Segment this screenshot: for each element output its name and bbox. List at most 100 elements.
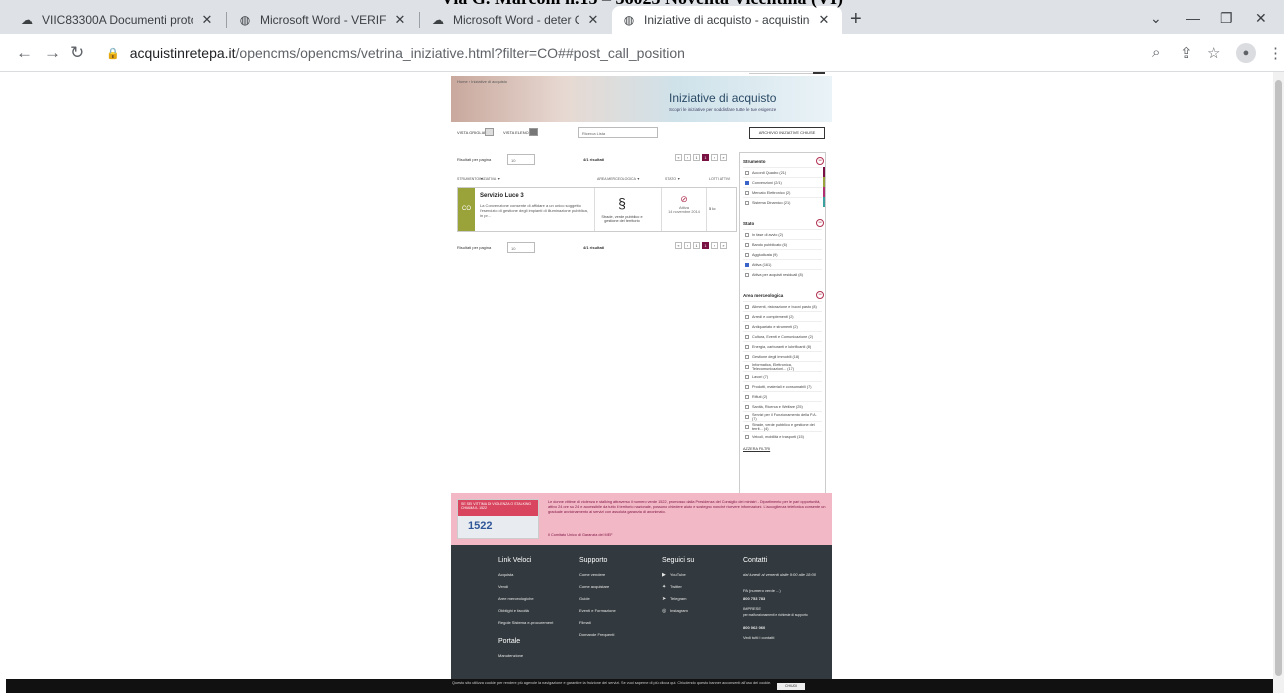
footer-instagram-link[interactable]: ◎ Instagram xyxy=(662,608,742,620)
site-search[interactable] xyxy=(749,72,825,74)
filter-option[interactable]: Arredi e complementi (2) xyxy=(743,311,822,321)
initiative-title[interactable]: Servizio Luce 3 xyxy=(480,193,524,199)
filter-option[interactable]: Sistema Dinamico (21) xyxy=(743,197,822,207)
pager-first[interactable]: « xyxy=(675,242,682,249)
pager-next[interactable]: › xyxy=(711,154,718,161)
bookmark-star-icon[interactable]: ☆ xyxy=(1207,44,1220,62)
footer-link[interactable]: Manutenzione xyxy=(498,653,578,665)
tab-verifica[interactable]: ◍ Microsoft Word - VERIFICA Cons ✕ xyxy=(228,6,418,34)
chevron-down-icon[interactable]: ⌄ xyxy=(1150,10,1162,27)
results-per-page-select[interactable]: 10 xyxy=(507,154,535,165)
filter-option[interactable]: Attiva per acquisti residuali (8) xyxy=(743,269,822,279)
menu-dots-icon[interactable]: ⋮ xyxy=(1268,44,1283,62)
close-icon[interactable]: ✕ xyxy=(199,12,215,28)
filter-option[interactable]: Prodotti, materiali e consumabili (7) xyxy=(743,381,822,391)
reset-filters-link[interactable]: AZZERA FILTRI xyxy=(743,447,822,451)
collapse-icon[interactable]: − xyxy=(816,157,824,165)
close-icon[interactable]: ✕ xyxy=(585,12,601,28)
footer-link[interactable]: Domande Frequenti xyxy=(579,632,659,644)
results-per-page-select[interactable]: 10 xyxy=(507,242,535,253)
view-grid-label[interactable]: VISTA GRIGLIA xyxy=(457,130,485,135)
tab-iniziative[interactable]: ◍ Iniziative di acquisto - acquistine ✕ xyxy=(612,6,842,34)
footer-link[interactable]: Come vendere xyxy=(579,572,659,584)
footer-link[interactable]: Obblighi e facoltà xyxy=(498,608,578,620)
restore-icon[interactable]: ❐ xyxy=(1220,10,1233,27)
footer-link[interactable]: Regole Sistema e-procurement xyxy=(498,620,578,632)
collapse-icon[interactable]: − xyxy=(816,219,824,227)
pager-current[interactable]: 1 xyxy=(702,242,709,249)
close-icon[interactable]: ✕ xyxy=(816,12,832,28)
initiative-card[interactable]: CO Servizio Luce 3 La Convenzione consen… xyxy=(457,187,737,232)
contact-pa-number[interactable]: 800 753 783 xyxy=(743,596,827,606)
footer-link[interactable]: Guide xyxy=(579,596,659,608)
filter-option[interactable]: Attiva (161) xyxy=(743,259,822,269)
cookie-close-button[interactable]: CHIUDI xyxy=(777,683,805,690)
filter-option[interactable]: Servizi per il Funzionamento della P.A. … xyxy=(743,411,822,421)
filter-option[interactable]: Aggiudicata (9) xyxy=(743,249,822,259)
footer-twitter-link[interactable]: ✦ Twitter xyxy=(662,584,742,596)
profile-avatar[interactable]: ● xyxy=(1236,43,1256,63)
pager-current[interactable]: 1 xyxy=(702,154,709,161)
zoom-icon[interactable]: ⌕ xyxy=(1152,44,1160,61)
filter-option[interactable]: Informatica, Elettronica, Telecomunicazi… xyxy=(743,361,822,371)
filter-option[interactable]: Veicoli, mobilità e trasporti (15) xyxy=(743,431,822,441)
filter-option[interactable]: Strade, verde pubblico e gestione del te… xyxy=(743,421,822,431)
pager-last[interactable]: » xyxy=(720,242,727,249)
filter-option[interactable]: Energia, carburanti e lubrificanti (8) xyxy=(743,341,822,351)
filter-option[interactable]: Cultura, Eventi e Comunicazione (2) xyxy=(743,331,822,341)
share-icon[interactable]: ⇪ xyxy=(1180,44,1193,62)
tab-documenti[interactable]: ☁ VIIC83300A Documenti protocolli ✕ xyxy=(10,6,225,34)
footer-link[interactable]: Filmati xyxy=(579,620,659,632)
reload-icon[interactable]: ↻ xyxy=(70,43,84,63)
minimize-icon[interactable]: — xyxy=(1186,10,1200,26)
pagination: « ‹ 1 1 › » xyxy=(675,154,727,161)
pager-first[interactable]: « xyxy=(675,154,682,161)
grid-view-icon[interactable] xyxy=(485,128,494,136)
filter-option[interactable]: In fase di avvio (2) xyxy=(743,229,822,239)
filter-option[interactable]: Gestione degli Immobili (18) xyxy=(743,351,822,361)
tab-deter[interactable]: ☁ Microsoft Word - deter COURSE ✕ xyxy=(421,6,611,34)
scrollbar-thumb[interactable] xyxy=(1275,80,1282,676)
view-list-label[interactable]: VISTA ELENCO xyxy=(503,130,532,135)
pager-page[interactable]: 1 xyxy=(693,154,700,161)
list-view-icon[interactable] xyxy=(529,128,538,136)
pager-page[interactable]: 1 xyxy=(693,242,700,249)
footer-youtube-link[interactable]: ▶ YouTube xyxy=(662,572,742,584)
contact-imprese-number[interactable]: 800 062 060 xyxy=(743,625,827,635)
all-contacts-link[interactable]: Vedi tutti i contatti xyxy=(743,635,827,647)
pager-next[interactable]: › xyxy=(711,242,718,249)
filter-option[interactable]: Convenzioni (2/1) xyxy=(743,177,822,187)
helpline-image[interactable]: SE SEI VITTIMA DI VIOLENZA O STALKING CH… xyxy=(457,499,539,539)
back-icon[interactable]: ← xyxy=(16,43,33,63)
close-icon[interactable]: ✕ xyxy=(392,12,408,28)
archive-button[interactable]: ARCHIVIO INIZIATIVE CHIUSE xyxy=(749,127,825,139)
filter-option[interactable]: Sanità, Ricerca e Welfare (25) xyxy=(743,401,822,411)
forward-icon[interactable]: → xyxy=(44,43,61,63)
filter-option[interactable]: Rifiuti (2) xyxy=(743,391,822,401)
footer-link[interactable]: Come acquistare xyxy=(579,584,659,596)
filter-option[interactable]: Accordi Quadro (21) xyxy=(743,167,822,177)
pager-last[interactable]: » xyxy=(720,154,727,161)
new-tab-button[interactable]: + xyxy=(850,8,862,31)
filter-option[interactable]: Mercato Elettronico (2) xyxy=(743,187,822,197)
filter-option[interactable]: Antiquariato e strumenti (2) xyxy=(743,321,822,331)
sort-iniziativa[interactable]: INIZIATIVA ▼ xyxy=(479,177,500,181)
footer-link[interactable]: Vendi xyxy=(498,584,578,596)
breadcrumb[interactable]: Home › Iniziative di acquisto xyxy=(457,79,507,84)
filter-option[interactable]: Alimenti, ristorazione e buoni pasto (8) xyxy=(743,301,822,311)
collapse-icon[interactable]: − xyxy=(816,291,824,299)
pager-prev[interactable]: ‹ xyxy=(684,154,691,161)
filter-option[interactable]: Lavori (7) xyxy=(743,371,822,381)
footer-link[interactable]: Acquista xyxy=(498,572,578,584)
address-bar[interactable]: 🔒 acquistinretepa.it/opencms/opencms/vet… xyxy=(96,39,1196,67)
filter-option[interactable]: Bando pubblicato (6) xyxy=(743,239,822,249)
sort-area[interactable]: AREA MERCEOLOGICA ▼ xyxy=(597,177,640,181)
page-scrollbar[interactable] xyxy=(1273,72,1284,693)
footer-link[interactable]: Aree merceologiche xyxy=(498,596,578,608)
window-close-icon[interactable]: ✕ xyxy=(1255,10,1267,27)
footer-link[interactable]: Eventi e Formazione xyxy=(579,608,659,620)
search-list-select[interactable]: Ricerca Lista xyxy=(578,127,658,138)
sort-stato[interactable]: STATO ▼ xyxy=(665,177,681,181)
footer-telegram-link[interactable]: ➤ Telegram xyxy=(662,596,742,608)
pager-prev[interactable]: ‹ xyxy=(684,242,691,249)
